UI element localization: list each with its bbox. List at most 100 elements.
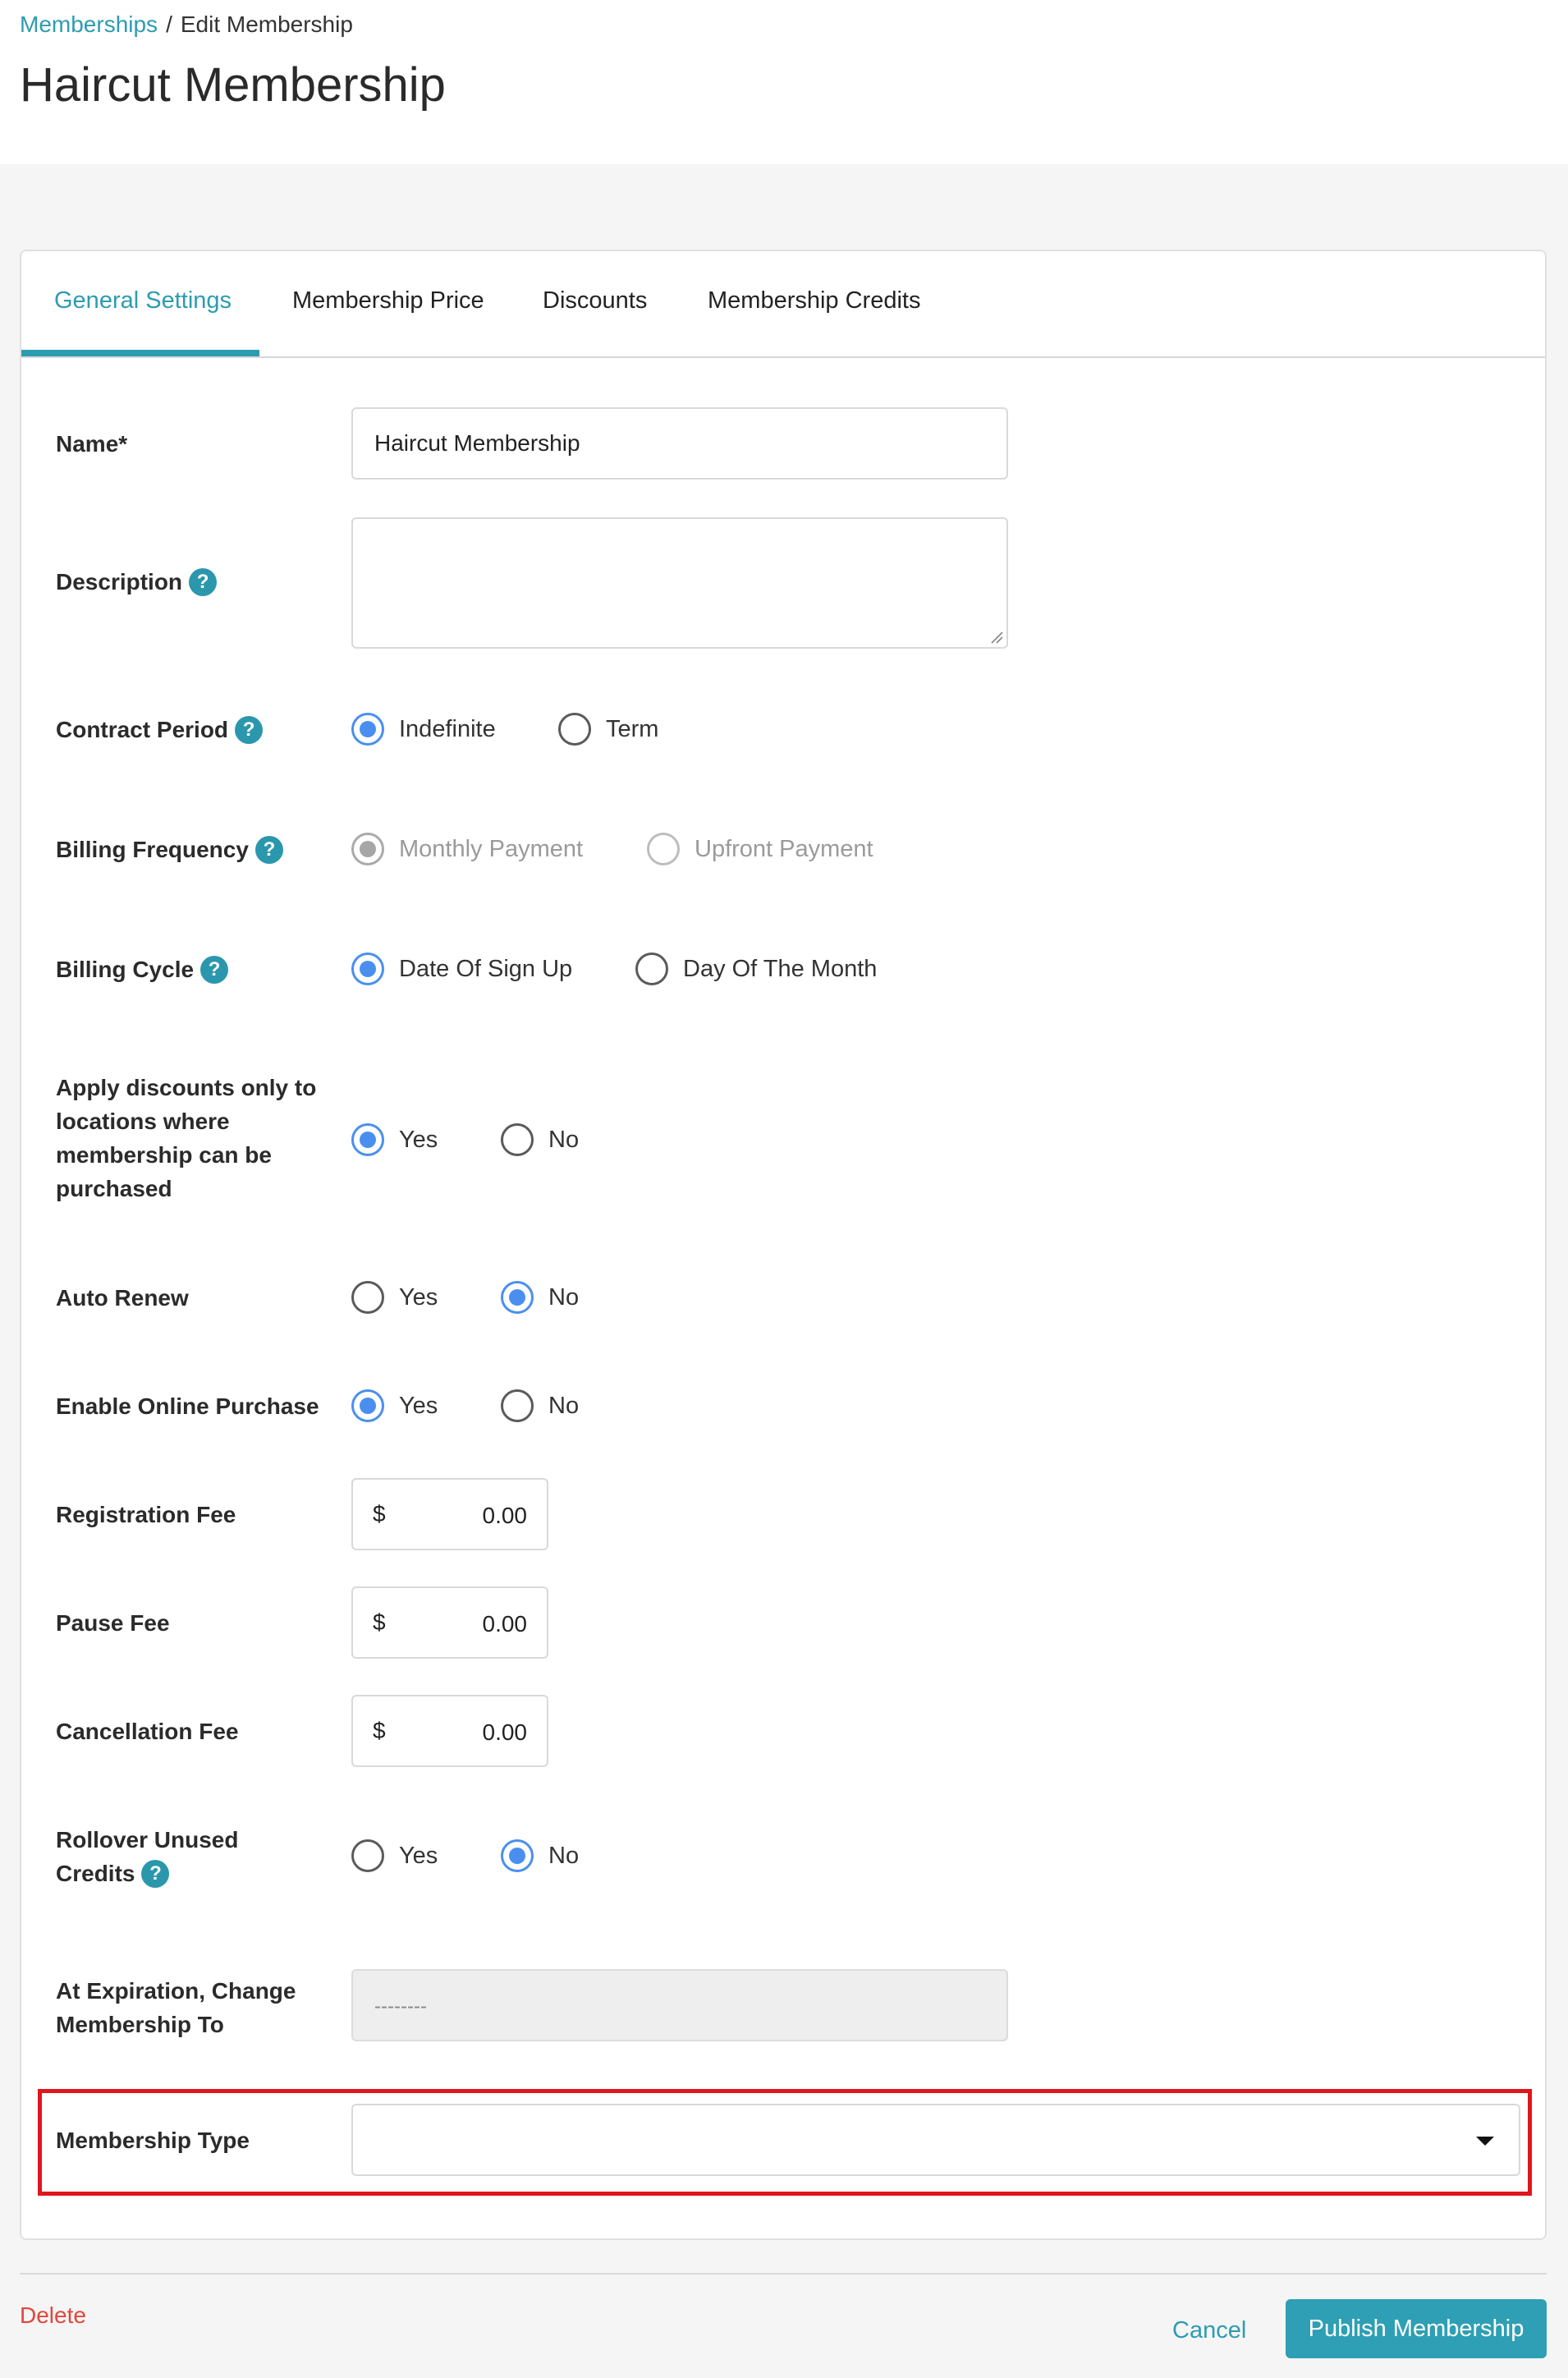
tab-membership-price[interactable]: Membership Price [292, 287, 484, 314]
tab-bar: General Settings Membership Price Discou… [21, 251, 1545, 358]
registration-fee-label: Registration Fee [56, 1502, 236, 1527]
billing-cycle-label: Billing Cycle? [56, 953, 229, 986]
breadcrumb: Memberships / Edit Membership [20, 11, 353, 38]
apply-discounts-no-radio[interactable]: No [501, 1123, 579, 1156]
name-label: Name* [56, 431, 128, 457]
page-title: Haircut Membership [20, 58, 446, 112]
rollover-credits-label: Rollover Unused Credits? [56, 1823, 238, 1890]
delete-button[interactable]: Delete [20, 2302, 86, 2329]
radio-circle [501, 1281, 534, 1314]
resize-grip-icon[interactable] [990, 631, 1003, 644]
membership-type-select[interactable] [351, 2104, 1520, 2176]
radio-label: No [548, 1392, 580, 1419]
radio-circle [647, 833, 680, 865]
billing-frequency-monthly-radio: Monthly Payment [351, 833, 583, 865]
currency-symbol: $ [373, 1718, 386, 1743]
pause-fee-label: Pause Fee [56, 1610, 170, 1636]
breadcrumb-memberships-link[interactable]: Memberships [20, 11, 158, 37]
radio-label: Yes [399, 1392, 438, 1419]
expiration-change-label: At Expiration, Change Membership To [56, 1974, 296, 2041]
radio-label: Monthly Payment [399, 835, 584, 862]
fee-amount: 0.00 [482, 1611, 528, 1637]
radio-circle [501, 1839, 534, 1872]
publish-membership-button[interactable]: Publish Membership [1286, 2299, 1547, 2358]
billing-frequency-label-text: Billing Frequency [56, 837, 249, 862]
auto-renew-no-radio[interactable]: No [501, 1281, 579, 1314]
currency-symbol: $ [373, 1609, 386, 1635]
online-purchase-no-radio[interactable]: No [501, 1389, 579, 1422]
radio-circle [501, 1123, 534, 1156]
radio-label: Yes [399, 1283, 438, 1311]
online-purchase-yes-radio[interactable]: Yes [351, 1389, 438, 1422]
membership-type-label: Membership Type [56, 2128, 250, 2153]
radio-circle [351, 1281, 384, 1314]
radio-circle [635, 953, 668, 985]
active-tab-indicator [21, 350, 259, 356]
auto-renew-label: Auto Renew [56, 1285, 189, 1311]
billing-frequency-label: Billing Frequency? [56, 833, 283, 866]
radio-circle [558, 713, 591, 746]
radio-label: Day Of The Month [683, 955, 878, 982]
apply-discounts-label: Apply discounts only to locations where … [56, 1071, 316, 1205]
radio-circle [351, 1839, 384, 1872]
contract-period-indefinite-radio[interactable]: Indefinite [351, 713, 496, 746]
billing-cycle-label-text: Billing Cycle [56, 957, 195, 982]
chevron-down-icon [1476, 2137, 1494, 2146]
radio-label: Yes [399, 1842, 438, 1869]
label-line: Credits? [56, 1857, 238, 1890]
description-help-icon[interactable]: ? [189, 567, 218, 596]
fee-amount: 0.00 [482, 1503, 528, 1528]
radio-label: No [548, 1126, 580, 1153]
tab-general-settings[interactable]: General Settings [54, 287, 232, 314]
contract-period-label: Contract Period? [56, 713, 264, 746]
radio-label: Indefinite [399, 715, 496, 742]
label-line-text: Credits [56, 1861, 135, 1886]
breadcrumb-current: Edit Membership [180, 11, 353, 37]
label-line: locations where [56, 1109, 230, 1134]
name-input[interactable] [351, 407, 1008, 480]
pause-fee-input[interactable]: $ 0.00 [351, 1586, 548, 1659]
contract-period-help-icon[interactable]: ? [235, 715, 264, 744]
billing-frequency-upfront-radio: Upfront Payment [647, 833, 873, 865]
apply-discounts-yes-radio[interactable]: Yes [351, 1123, 438, 1156]
billing-frequency-help-icon[interactable]: ? [254, 835, 283, 864]
auto-renew-yes-radio[interactable]: Yes [351, 1281, 438, 1314]
rollover-credits-help-icon[interactable]: ? [141, 1859, 170, 1888]
page-header: Memberships / Edit Membership Haircut Memb… [0, 0, 1568, 164]
radio-label: Yes [399, 1126, 438, 1153]
online-purchase-label: Enable Online Purchase [56, 1393, 319, 1419]
billing-cycle-help-icon[interactable]: ? [200, 955, 229, 984]
radio-label: No [548, 1283, 580, 1311]
billing-cycle-signup-radio[interactable]: Date Of Sign Up [351, 953, 572, 985]
radio-circle [351, 1389, 384, 1422]
rollover-credits-no-radio[interactable]: No [501, 1839, 579, 1872]
radio-circle [501, 1389, 534, 1422]
fee-amount: 0.00 [482, 1719, 528, 1745]
breadcrumb-separator: / [166, 11, 172, 37]
label-line: membership can be [56, 1142, 272, 1168]
cancel-button[interactable]: Cancel [1172, 2317, 1246, 2344]
description-textarea[interactable] [351, 517, 1008, 649]
cancellation-fee-label: Cancellation Fee [56, 1719, 239, 1744]
footer-divider [20, 2273, 1547, 2275]
radio-label: Term [606, 715, 659, 742]
radio-label: No [548, 1842, 580, 1869]
contract-period-term-radio[interactable]: Term [558, 713, 658, 746]
cancellation-fee-input[interactable]: $ 0.00 [351, 1695, 548, 1767]
label-line: purchased [56, 1176, 172, 1201]
registration-fee-input[interactable]: $ 0.00 [351, 1478, 548, 1550]
membership-form-card: General Settings Membership Price Discou… [20, 250, 1547, 2240]
radio-circle [351, 953, 384, 985]
radio-label: Upfront Payment [695, 835, 873, 862]
radio-circle [351, 713, 384, 746]
rollover-credits-yes-radio[interactable]: Yes [351, 1839, 438, 1872]
contract-period-label-text: Contract Period [56, 717, 229, 742]
radio-label: Date Of Sign Up [399, 955, 573, 982]
description-label: Description? [56, 565, 218, 599]
tab-membership-credits[interactable]: Membership Credits [708, 287, 920, 314]
currency-symbol: $ [373, 1501, 386, 1526]
label-line: Membership To [56, 2012, 224, 2037]
label-line: At Expiration, Change [56, 1978, 296, 2004]
billing-cycle-day-of-month-radio[interactable]: Day Of The Month [635, 953, 877, 985]
tab-discounts[interactable]: Discounts [543, 287, 647, 314]
